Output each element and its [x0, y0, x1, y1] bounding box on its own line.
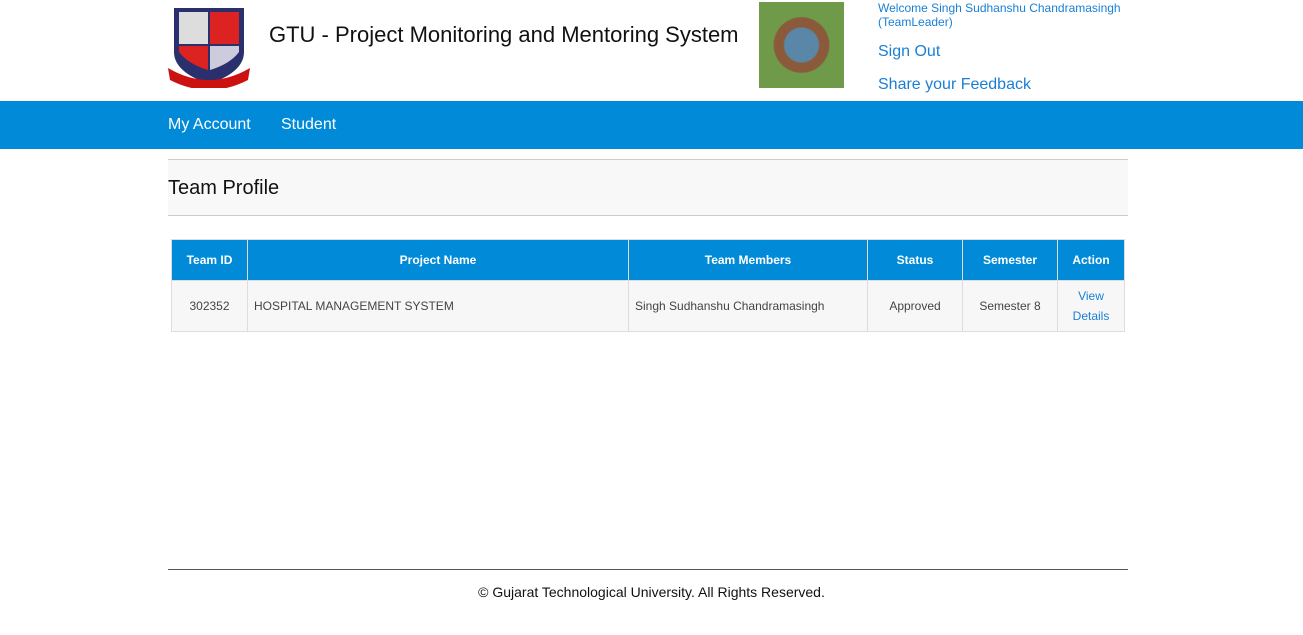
cell-semester: Semester 8	[962, 280, 1058, 332]
col-team-members: Team Members	[628, 239, 868, 281]
team-table: Team ID Project Name Team Members Status…	[171, 239, 1125, 332]
gtu-logo-icon	[168, 8, 250, 88]
sign-out-link[interactable]: Sign Out	[878, 43, 940, 61]
cell-team-members: Singh Sudhanshu Chandramasingh	[628, 280, 868, 332]
feedback-link[interactable]: Share your Feedback	[878, 76, 1031, 94]
welcome-text: Welcome Singh Sudhanshu Chandramasingh (…	[878, 1, 1121, 29]
table-row: 302352 HOSPITAL MANAGEMENT SYSTEM Singh …	[171, 280, 1125, 332]
footer-divider	[168, 569, 1128, 570]
page-title: Team Profile	[168, 177, 280, 199]
innovation-council-image	[759, 2, 844, 88]
col-team-id: Team ID	[171, 239, 248, 281]
nav-my-account[interactable]: My Account	[168, 116, 251, 134]
col-project-name: Project Name	[247, 239, 629, 281]
cell-team-id: 302352	[171, 280, 248, 332]
panel-header: Team Profile	[168, 159, 1128, 216]
footer-text: © Gujarat Technological University. All …	[478, 584, 825, 600]
header: GTU - Project Monitoring and Mentoring S…	[0, 0, 1303, 101]
app-title: GTU - Project Monitoring and Mentoring S…	[269, 22, 739, 47]
cell-project-name: HOSPITAL MANAGEMENT SYSTEM	[247, 280, 629, 332]
main-nav: My Account Student	[0, 101, 1303, 149]
cell-status: Approved	[867, 280, 963, 332]
col-action: Action	[1057, 239, 1125, 281]
view-details-link[interactable]: View Details	[1073, 289, 1110, 323]
col-status: Status	[867, 239, 963, 281]
nav-student[interactable]: Student	[281, 116, 336, 134]
col-semester: Semester	[962, 239, 1058, 281]
